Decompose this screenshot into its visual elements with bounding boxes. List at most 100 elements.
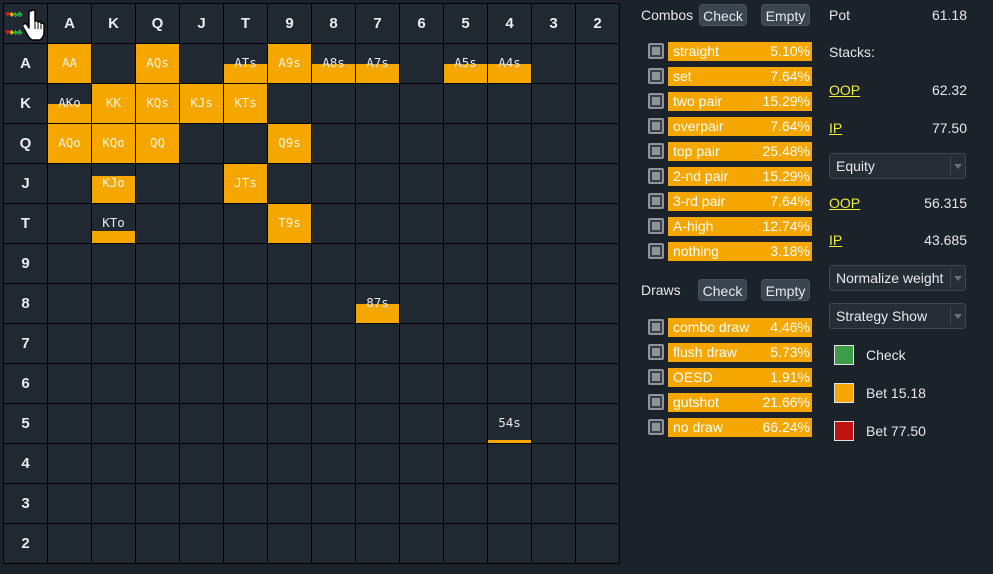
ip-stack-link[interactable]: IP <box>829 120 842 136</box>
row-header[interactable]: Q <box>4 124 47 163</box>
empty-cell[interactable] <box>356 324 399 363</box>
empty-cell[interactable] <box>576 124 619 163</box>
empty-cell[interactable] <box>224 524 267 563</box>
draws-empty-button[interactable]: Empty <box>761 279 810 301</box>
column-header[interactable]: 4 <box>488 4 531 43</box>
empty-cell[interactable] <box>48 204 91 243</box>
checkbox[interactable] <box>648 218 664 234</box>
column-header[interactable]: J <box>180 4 223 43</box>
empty-cell[interactable] <box>312 124 355 163</box>
combos-filter-row[interactable]: two pair 15.29% <box>648 92 812 112</box>
checkbox[interactable] <box>648 143 664 159</box>
empty-cell[interactable] <box>576 284 619 323</box>
draws-filter-row[interactable]: flush draw 5.73% <box>648 343 812 363</box>
empty-cell[interactable] <box>532 484 575 523</box>
empty-cell[interactable] <box>268 84 311 123</box>
empty-cell[interactable] <box>400 284 443 323</box>
empty-cell[interactable] <box>400 484 443 523</box>
combos-filter-bar[interactable]: overpair 7.64% <box>668 117 812 136</box>
empty-cell[interactable] <box>92 284 135 323</box>
empty-cell[interactable] <box>180 204 223 243</box>
empty-cell[interactable] <box>136 524 179 563</box>
checkbox[interactable] <box>648 93 664 109</box>
draws-filter-row[interactable]: combo draw 4.46% <box>648 318 812 338</box>
empty-cell[interactable] <box>48 324 91 363</box>
empty-cell[interactable] <box>356 364 399 403</box>
empty-cell[interactable] <box>488 524 531 563</box>
draws-filter-row[interactable]: OESD 1.91% <box>648 368 812 388</box>
empty-cell[interactable] <box>92 244 135 283</box>
empty-cell[interactable] <box>180 364 223 403</box>
empty-cell[interactable] <box>400 444 443 483</box>
empty-cell[interactable] <box>576 44 619 83</box>
empty-cell[interactable] <box>400 244 443 283</box>
empty-cell[interactable] <box>532 524 575 563</box>
empty-cell[interactable] <box>356 124 399 163</box>
suit-icon[interactable]: ♣ <box>17 9 23 19</box>
empty-cell[interactable] <box>224 204 267 243</box>
empty-cell[interactable] <box>532 204 575 243</box>
empty-cell[interactable] <box>356 484 399 523</box>
column-header[interactable]: 2 <box>576 4 619 43</box>
empty-cell[interactable] <box>92 484 135 523</box>
hand-cell[interactable]: KQs <box>136 84 179 123</box>
empty-cell[interactable] <box>576 324 619 363</box>
empty-cell[interactable] <box>444 444 487 483</box>
row-header[interactable]: 7 <box>4 324 47 363</box>
hand-cell[interactable]: QQ <box>136 124 179 163</box>
empty-cell[interactable] <box>576 84 619 123</box>
combos-filter-row[interactable]: straight 5.10% <box>648 42 812 62</box>
hand-cell[interactable]: KTo <box>92 204 135 243</box>
empty-cell[interactable] <box>488 204 531 243</box>
draws-filter-bar[interactable]: gutshot 21.66% <box>668 393 812 412</box>
oop-equity-link[interactable]: OOP <box>829 195 860 211</box>
legend-swatch[interactable] <box>834 421 854 441</box>
row-header[interactable]: 2 <box>4 524 47 563</box>
empty-cell[interactable] <box>488 484 531 523</box>
combos-filter-row[interactable]: nothing 3.18% <box>648 242 812 262</box>
empty-cell[interactable] <box>400 84 443 123</box>
checkbox[interactable] <box>648 193 664 209</box>
checkbox[interactable] <box>648 369 664 385</box>
empty-cell[interactable] <box>180 244 223 283</box>
empty-cell[interactable] <box>136 324 179 363</box>
empty-cell[interactable] <box>400 164 443 203</box>
hand-cell[interactable]: AQo <box>48 124 91 163</box>
checkbox[interactable] <box>648 394 664 410</box>
empty-cell[interactable] <box>312 444 355 483</box>
empty-cell[interactable] <box>224 364 267 403</box>
empty-cell[interactable] <box>224 284 267 323</box>
checkbox[interactable] <box>648 118 664 134</box>
empty-cell[interactable] <box>576 444 619 483</box>
empty-cell[interactable] <box>180 44 223 83</box>
combos-filter-bar[interactable]: straight 5.10% <box>668 42 812 61</box>
combos-filter-bar[interactable]: top pair 25.48% <box>668 142 812 161</box>
combos-filter-bar[interactable]: A-high 12.74% <box>668 217 812 236</box>
empty-cell[interactable] <box>180 324 223 363</box>
empty-cell[interactable] <box>224 484 267 523</box>
empty-cell[interactable] <box>444 204 487 243</box>
row-header[interactable]: 5 <box>4 404 47 443</box>
empty-cell[interactable] <box>312 364 355 403</box>
empty-cell[interactable] <box>180 124 223 163</box>
empty-cell[interactable] <box>576 484 619 523</box>
row-header[interactable]: K <box>4 84 47 123</box>
hand-cell[interactable]: A8s <box>312 44 355 83</box>
row-header[interactable]: 9 <box>4 244 47 283</box>
empty-cell[interactable] <box>180 484 223 523</box>
empty-cell[interactable] <box>312 404 355 443</box>
empty-cell[interactable] <box>312 164 355 203</box>
combos-filter-row[interactable]: top pair 25.48% <box>648 142 812 162</box>
column-header[interactable]: A <box>48 4 91 43</box>
checkbox[interactable] <box>648 43 664 59</box>
empty-cell[interactable] <box>356 84 399 123</box>
empty-cell[interactable] <box>92 524 135 563</box>
empty-cell[interactable] <box>444 164 487 203</box>
empty-cell[interactable] <box>136 284 179 323</box>
combos-filter-row[interactable]: overpair 7.64% <box>648 117 812 137</box>
combos-filter-row[interactable]: set 7.64% <box>648 67 812 87</box>
draws-filter-bar[interactable]: OESD 1.91% <box>668 368 812 387</box>
checkbox[interactable] <box>648 168 664 184</box>
empty-cell[interactable] <box>532 124 575 163</box>
empty-cell[interactable] <box>180 524 223 563</box>
